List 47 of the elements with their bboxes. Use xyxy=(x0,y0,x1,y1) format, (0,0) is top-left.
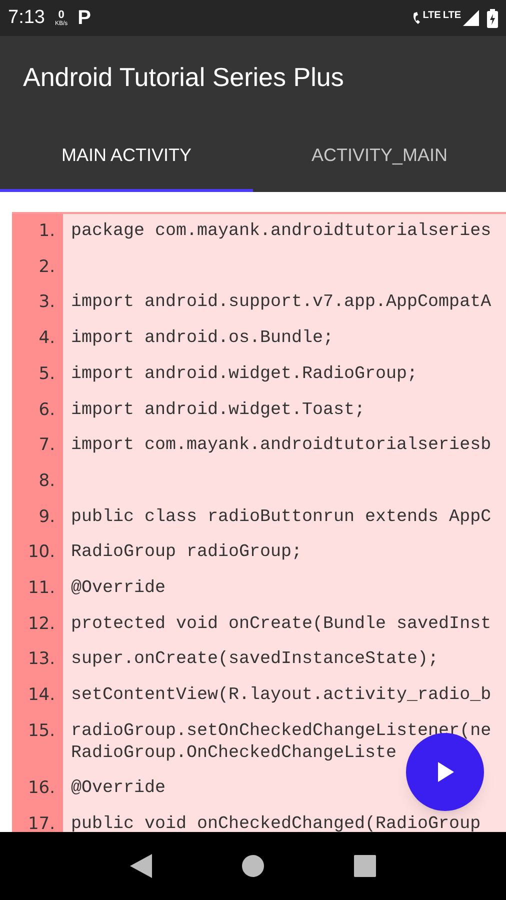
line-number: 10. xyxy=(26,541,56,564)
line-number: 13. xyxy=(26,648,56,672)
clock-time: 7:13 xyxy=(8,6,45,30)
line-number: 2. xyxy=(38,256,56,279)
speed-value: 0 xyxy=(58,10,64,20)
code-line: @Override xyxy=(71,578,166,600)
network-label: LTE xyxy=(422,9,441,23)
code-line: RadioGroup.OnCheckedChangeListe xyxy=(71,742,398,764)
code-line: @Override xyxy=(71,778,166,800)
code-line: setContentView(R.layout.activity_radio_b xyxy=(71,685,492,707)
back-icon xyxy=(130,854,152,878)
tab[interactable]: ACTIVITY_MAIN xyxy=(253,118,506,192)
code-line: import com.mayank.androidtutorialseriesb xyxy=(71,435,492,457)
code-line: RadioGroup radioGroup; xyxy=(71,542,302,564)
line-number: 14. xyxy=(26,684,56,708)
code-line: protected void onCreate(Bundle savedInst xyxy=(71,614,492,636)
phone-icon xyxy=(412,11,422,25)
code-line: public class radioButtonrun extends AppC xyxy=(71,506,492,528)
line-number: 12. xyxy=(26,612,56,636)
line-number: 1. xyxy=(38,220,56,243)
line-number: 9. xyxy=(38,506,56,529)
code-line: public void onCheckedChanged(RadioGroup xyxy=(71,814,481,832)
code-line: super.onCreate(savedInstanceState); xyxy=(71,649,439,672)
network-label: LTE xyxy=(442,9,461,23)
line-number: 6. xyxy=(38,398,56,422)
line-number: 15. xyxy=(26,720,56,743)
recents-icon xyxy=(354,855,376,877)
play-icon xyxy=(436,762,454,782)
code-line: package com.mayank.androidtutorialseries xyxy=(71,221,492,243)
line-number: 5. xyxy=(38,362,56,386)
line-number: 16. xyxy=(26,777,56,800)
line-number: 8. xyxy=(38,470,56,493)
line-number: 7. xyxy=(38,434,56,458)
home-icon xyxy=(242,855,264,877)
code-line: radioGroup.setOnCheckedChangeListener(ne xyxy=(71,720,492,743)
app-title: Android Tutorial Series Plus xyxy=(23,60,344,94)
line-number: 3. xyxy=(38,291,56,314)
code-line: import android.os.Bundle; xyxy=(71,328,334,350)
line-number: 4. xyxy=(38,327,56,350)
code-line: import android.widget.Toast; xyxy=(71,400,366,422)
code-line: import android.widget.RadioGroup; xyxy=(71,364,418,386)
code-line: import android.support.v7.app.AppCompatA xyxy=(71,292,492,314)
signal-icon xyxy=(463,10,479,26)
notification-glyph: P xyxy=(78,6,91,31)
battery-icon xyxy=(487,8,498,28)
line-number: 17. xyxy=(26,812,56,832)
line-number: 11. xyxy=(26,577,56,600)
